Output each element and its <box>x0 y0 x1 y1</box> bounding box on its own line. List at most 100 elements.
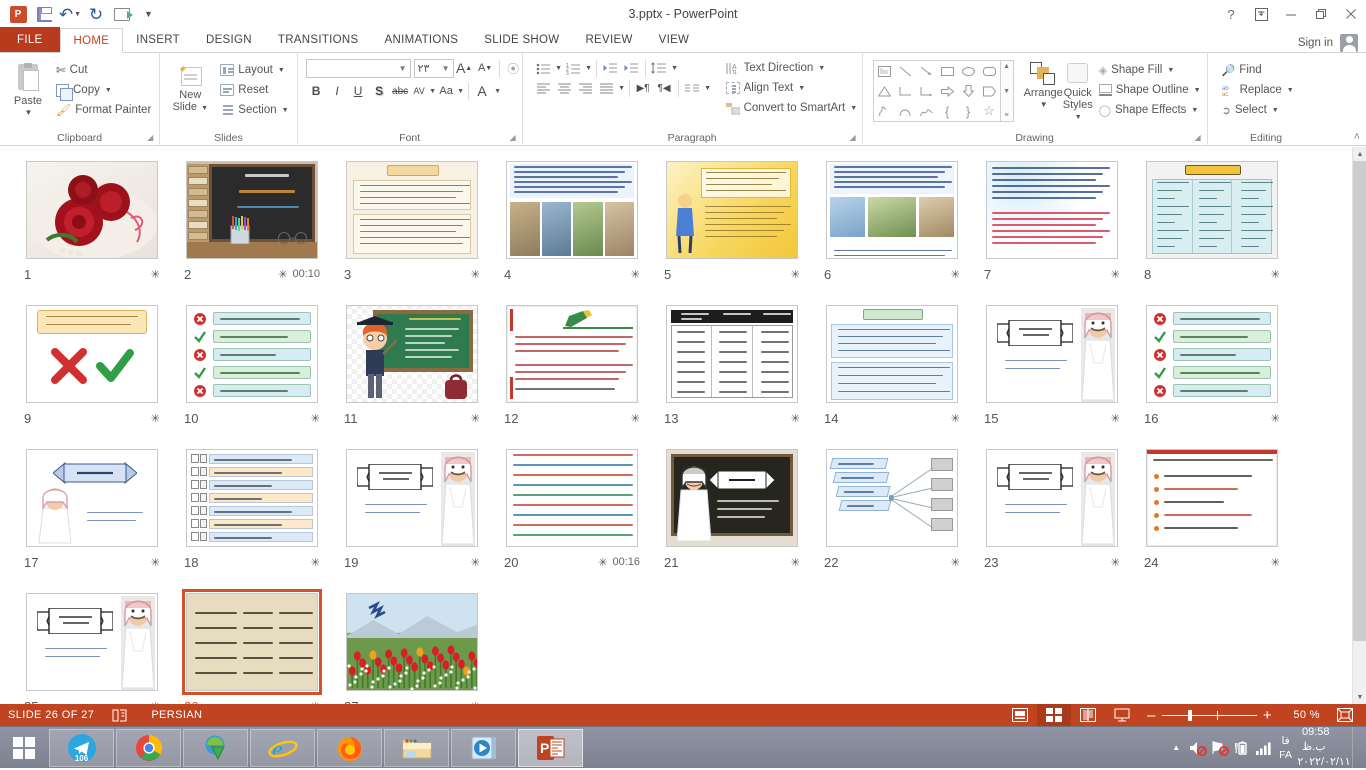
zoom-in-button[interactable]: + <box>1263 707 1272 724</box>
save-icon[interactable] <box>32 2 56 26</box>
slide-preview-16[interactable] <box>1146 305 1278 403</box>
slide-preview-23[interactable] <box>986 449 1118 547</box>
slide-preview-15[interactable] <box>986 305 1118 403</box>
slide-thumbnail-2[interactable]: 2 ✳ 00:10 <box>176 157 328 300</box>
volume-muted-icon[interactable] <box>1187 727 1209 769</box>
slide-thumbnail-26[interactable]: 26 ✳ <box>176 589 328 704</box>
shape-effects-button[interactable]: ◯ Shape Effects ▼ <box>1095 100 1205 120</box>
section-button[interactable]: Section ▼ <box>216 100 292 120</box>
shapes-scroll[interactable]: ▲ ▼ ≡ <box>1001 60 1014 122</box>
shape-fill-button[interactable]: ◈ Shape Fill ▼ <box>1095 60 1205 80</box>
replace-button[interactable]: abac Replace ▼ <box>1218 80 1298 100</box>
collapse-ribbon-button[interactable]: ˄ <box>1354 131 1360 143</box>
slide-thumbnail-5[interactable]: 5 ✳ <box>656 157 808 300</box>
slide-thumbnail-21[interactable]: 21 ✳ <box>656 445 808 588</box>
slide-preview-24[interactable] <box>1146 449 1278 547</box>
slide-thumb-frame[interactable] <box>342 301 482 407</box>
slide-thumb-frame[interactable] <box>982 445 1122 551</box>
tab-review[interactable]: REVIEW <box>572 27 645 52</box>
text-direction-button[interactable]: A⇅ Text Direction ▼ <box>722 58 862 78</box>
media-player-taskbar-icon[interactable] <box>451 729 516 767</box>
layout-button[interactable]: Layout ▼ <box>216 60 292 80</box>
convert-to-smartart-button[interactable]: Convert to SmartArt ▼ <box>722 98 862 118</box>
slide-thumb-frame[interactable] <box>182 445 322 551</box>
rtl-text-direction-button[interactable]: ¶◀ <box>654 78 675 98</box>
transition-star-icon[interactable]: ✳ <box>631 412 640 425</box>
slide-thumbnail-4[interactable]: 4 ✳ <box>496 157 648 300</box>
shape-elbow-arrow[interactable] <box>916 81 937 101</box>
shape-down-arrow[interactable] <box>958 81 979 101</box>
paste-button[interactable]: Paste ▼ <box>4 62 52 117</box>
transition-star-icon[interactable]: ✳ <box>791 412 800 425</box>
slide-thumb-frame[interactable] <box>342 589 482 695</box>
underline-button[interactable]: U <box>348 81 369 101</box>
line-spacing-dropdown[interactable]: ▼ <box>670 58 679 78</box>
transition-star-icon[interactable]: ✳ <box>151 556 160 569</box>
network-error-icon[interactable] <box>1209 727 1231 769</box>
cut-button[interactable]: ✄ Cut <box>52 60 155 80</box>
battery-icon[interactable] <box>1231 727 1253 769</box>
notes-icon[interactable] <box>112 709 127 722</box>
slide-thumbnail-17[interactable]: 17 ✳ <box>16 445 168 588</box>
shape-freeform[interactable] <box>874 101 895 121</box>
slide-thumb-frame[interactable] <box>662 157 802 263</box>
bullets-button[interactable] <box>533 58 554 78</box>
transition-star-icon[interactable]: ✳ <box>791 556 800 569</box>
transition-star-icon[interactable]: ✳ <box>951 412 960 425</box>
slide-preview-11[interactable] <box>346 305 478 403</box>
ltr-text-direction-button[interactable]: ▶¶ <box>633 78 654 98</box>
slide-preview-22[interactable] <box>826 449 958 547</box>
decrease-font-size-button[interactable]: A▼ <box>475 58 496 78</box>
scroll-down-icon[interactable]: ▼ <box>1353 690 1366 704</box>
font-color-button[interactable]: A <box>472 81 493 101</box>
select-button[interactable]: ➲ Select ▼ <box>1218 100 1298 120</box>
increase-indent-button[interactable] <box>621 58 642 78</box>
slide-thumb-frame[interactable] <box>502 157 642 263</box>
slide-thumbnail-10[interactable]: 10 ✳ <box>176 301 328 444</box>
font-size-combo[interactable]: ۲۳ ▼ <box>414 59 454 78</box>
ppt-app-icon[interactable]: P <box>6 2 30 26</box>
vertical-scrollbar[interactable]: ▲ ▼ <box>1352 147 1366 704</box>
font-color-dropdown[interactable]: ▼ <box>493 81 502 101</box>
slide-preview-4[interactable] <box>506 161 638 259</box>
zoom-out-button[interactable]: – <box>1147 707 1156 724</box>
slide-thumbnail-24[interactable]: 24 ✳ <box>1136 445 1288 588</box>
slide-thumbnail-3[interactable]: 3 ✳ <box>336 157 488 300</box>
shape-pentagon[interactable] <box>979 81 1000 101</box>
zoom-control[interactable]: – + 50 % <box>1139 707 1328 724</box>
shape-elbow-connector[interactable] <box>895 81 916 101</box>
tab-insert[interactable]: INSERT <box>123 27 193 52</box>
slide-preview-5[interactable] <box>666 161 798 259</box>
slide-thumbnail-14[interactable]: 14 ✳ <box>816 301 968 444</box>
slide-preview-3[interactable] <box>346 161 478 259</box>
align-left-button[interactable] <box>533 78 554 98</box>
transition-star-icon[interactable]: ✳ <box>951 556 960 569</box>
slide-preview-14[interactable] <box>826 305 958 403</box>
shape-left-brace[interactable]: { <box>937 101 958 121</box>
increase-font-size-button[interactable]: A▲ <box>454 58 475 78</box>
slide-thumbnail-13[interactable]: 13 ✳ <box>656 301 808 444</box>
quick-styles-button[interactable]: QuickStyles ▼ <box>1063 60 1093 124</box>
slide-preview-10[interactable] <box>186 305 318 403</box>
slide-thumb-frame[interactable] <box>1142 157 1282 263</box>
language-indicator[interactable]: PERSIAN <box>151 709 202 721</box>
sign-in-area[interactable]: Sign in <box>1298 34 1366 52</box>
shape-arrow[interactable] <box>916 61 937 81</box>
numbering-dropdown[interactable]: ▼ <box>584 58 593 78</box>
transition-star-icon[interactable]: ✳ <box>598 556 607 569</box>
ribbon-display-options-button[interactable] <box>1246 0 1276 28</box>
close-button[interactable] <box>1336 0 1366 28</box>
slide-thumbnail-15[interactable]: 15 ✳ <box>976 301 1128 444</box>
file-explorer-taskbar-icon[interactable] <box>384 729 449 767</box>
transition-star-icon[interactable]: ✳ <box>1111 556 1120 569</box>
signal-icon[interactable] <box>1253 727 1275 769</box>
slide-thumbnail-27[interactable]: 27 ✳ <box>336 589 488 704</box>
transition-star-icon[interactable]: ✳ <box>1271 556 1280 569</box>
slide-thumb-frame[interactable] <box>822 301 962 407</box>
transition-star-icon[interactable]: ✳ <box>1271 268 1280 281</box>
slide-thumbnail-20[interactable]: 20 ✳ 00:16 <box>496 445 648 588</box>
transition-star-icon[interactable]: ✳ <box>471 556 480 569</box>
slide-thumbnail-19[interactable]: 19 ✳ <box>336 445 488 588</box>
transition-star-icon[interactable]: ✳ <box>471 412 480 425</box>
customize-qat-icon[interactable]: ▼ <box>136 2 160 26</box>
